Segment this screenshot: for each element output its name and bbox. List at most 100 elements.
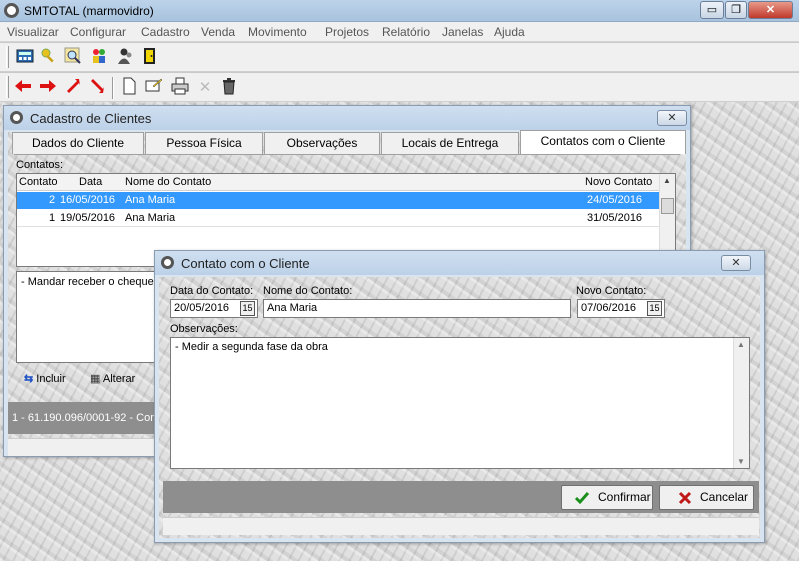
- app-title: SMTOTAL (marmovidro): [24, 4, 154, 18]
- grid-header: Contato Data Nome do Contato Novo Contat…: [17, 174, 661, 191]
- cell-novo-contato: 31/05/2016: [587, 212, 643, 224]
- scroll-down-icon[interactable]: ▼: [737, 457, 745, 466]
- tab-dados-do-cliente[interactable]: Dados do Cliente: [12, 132, 144, 154]
- cancelar-button[interactable]: Cancelar: [659, 485, 754, 510]
- cell-nome: Ana Maria: [125, 194, 176, 206]
- cell-novo-contato: 24/05/2016: [587, 194, 643, 206]
- contatos-label: Contatos:: [16, 159, 64, 171]
- contato-cliente-dialog: Contato com o Cliente ✕ Data do Contato:…: [154, 250, 765, 543]
- arrow-right-icon[interactable]: [37, 77, 59, 99]
- arrow-down-icon[interactable]: [86, 77, 108, 99]
- menu-relatorio[interactable]: Relatório: [382, 25, 430, 39]
- menu-cadastro[interactable]: Cadastro: [141, 25, 190, 39]
- novo-contato-value: 07/06/2016: [581, 302, 637, 314]
- contato-close-button[interactable]: ✕: [721, 255, 751, 271]
- dialog-status-strip: [163, 517, 759, 535]
- magnifier-icon[interactable]: [62, 47, 84, 69]
- edit-icon: ▦: [90, 373, 101, 385]
- toolbar-grip[interactable]: [6, 76, 9, 98]
- trash-icon[interactable]: [218, 77, 240, 99]
- confirmar-button[interactable]: Confirmar: [561, 485, 653, 510]
- cancel-icon[interactable]: ✕: [194, 77, 216, 99]
- cadastro-title: Cadastro de Clientes: [30, 111, 152, 126]
- toolbar-main: [0, 43, 799, 72]
- column-header-data[interactable]: Data: [79, 176, 102, 188]
- tab-locais-de-entrega[interactable]: Locais de Entrega: [381, 132, 519, 154]
- nome-contato-label: Nome do Contato:: [263, 285, 353, 297]
- cadastro-title-bar: Cadastro de Clientes ✕: [4, 106, 690, 130]
- incluir-button[interactable]: ⇆ Incluir: [24, 369, 66, 389]
- data-contato-value: 20/05/2016: [174, 302, 230, 314]
- mdi-workspace: Cadastro de Clientes ✕ Dados do Cliente …: [0, 102, 799, 561]
- arrow-left-icon[interactable]: [12, 77, 34, 99]
- close-button[interactable]: ✕: [748, 1, 793, 19]
- calendar-icon[interactable]: 15: [240, 301, 255, 316]
- cancel-x-icon: [678, 491, 692, 505]
- table-row[interactable]: 2 16/05/2016 Ana Maria 24/05/2016: [17, 192, 661, 209]
- tab-pessoa-fisica[interactable]: Pessoa Física: [145, 132, 263, 154]
- observacoes-label: Observações:: [170, 323, 238, 335]
- data-contato-field[interactable]: 20/05/2016 15: [170, 299, 258, 318]
- calculator-icon[interactable]: [14, 47, 36, 69]
- print-icon[interactable]: [169, 77, 191, 99]
- menu-venda[interactable]: Venda: [201, 25, 235, 39]
- minimize-button[interactable]: ▭: [700, 1, 724, 19]
- calendar-icon[interactable]: 15: [647, 301, 662, 316]
- alterar-button[interactable]: ▦ Alterar: [90, 369, 135, 389]
- menu-bar: Visualizar Configurar Cadastro Venda Mov…: [0, 22, 799, 42]
- cell-contato: 2: [49, 194, 56, 206]
- column-header-contato[interactable]: Contato: [19, 176, 58, 188]
- toolbar-separator: [112, 77, 114, 99]
- column-header-novo-contato[interactable]: Novo Contato: [585, 176, 652, 188]
- menu-janelas[interactable]: Janelas: [442, 25, 483, 39]
- cell-contato: 1: [49, 212, 56, 224]
- cell-data: 19/05/2016: [60, 212, 116, 224]
- edit-document-icon[interactable]: [143, 77, 165, 99]
- window-icon: [161, 256, 174, 269]
- menu-configurar[interactable]: Configurar: [70, 25, 126, 39]
- menu-ajuda[interactable]: Ajuda: [494, 25, 525, 39]
- toolbar-grip[interactable]: [6, 46, 9, 68]
- menu-projetos[interactable]: Projetos: [325, 25, 369, 39]
- menu-movimento[interactable]: Movimento: [248, 25, 307, 39]
- restore-button[interactable]: ❐: [725, 1, 747, 19]
- data-contato-label: Data do Contato:: [170, 285, 254, 297]
- column-header-nome[interactable]: Nome do Contato: [125, 176, 211, 188]
- cadastro-close-button[interactable]: ✕: [657, 110, 687, 126]
- scroll-up-icon[interactable]: ▲: [663, 176, 671, 185]
- window-icon: [10, 111, 23, 124]
- incluir-label: Incluir: [36, 373, 66, 385]
- cell-nome: Ana Maria: [125, 212, 176, 224]
- cancelar-label: Cancelar: [700, 490, 749, 504]
- tab-contatos-com-o-cliente[interactable]: Contatos com o Cliente: [520, 130, 686, 154]
- add-icon: ⇆: [24, 373, 34, 385]
- cell-data: 16/05/2016: [60, 194, 116, 206]
- confirmar-label: Confirmar: [598, 490, 651, 504]
- people-icon[interactable]: [114, 47, 136, 69]
- arrow-up-icon[interactable]: [62, 77, 84, 99]
- scroll-up-icon[interactable]: ▲: [737, 340, 745, 349]
- toolbar-navigation: ✕: [0, 73, 799, 102]
- keys-icon[interactable]: [38, 47, 60, 69]
- observacoes-textarea[interactable]: - Medir a segunda fase da obra ▲ ▼: [170, 337, 750, 469]
- app-icon: [4, 3, 19, 18]
- contato-body: Data do Contato: 20/05/2016 15 Nome do C…: [159, 277, 760, 538]
- checkmark-icon: [574, 492, 590, 505]
- table-row[interactable]: 1 19/05/2016 Ana Maria 31/05/2016: [17, 210, 661, 227]
- textarea-scrollbar[interactable]: ▲ ▼: [733, 338, 749, 468]
- scroll-thumb[interactable]: [661, 198, 674, 214]
- exit-door-icon[interactable]: [139, 47, 161, 69]
- new-document-icon[interactable]: [118, 77, 140, 99]
- novo-contato-label: Novo Contato:: [576, 285, 647, 297]
- contato-title-bar: Contato com o Cliente ✕: [155, 251, 764, 275]
- menu-visualizar[interactable]: Visualizar: [7, 25, 59, 39]
- tab-observacoes[interactable]: Observações: [264, 132, 380, 154]
- dialog-button-bar: Confirmar Cancelar: [163, 481, 759, 513]
- alterar-label: Alterar: [102, 373, 136, 385]
- novo-contato-field[interactable]: 07/06/2016 15: [577, 299, 665, 318]
- nome-contato-field[interactable]: Ana Maria: [263, 299, 571, 318]
- contato-title: Contato com o Cliente: [181, 256, 310, 271]
- app-title-bar: SMTOTAL (marmovidro) ▭ ❐ ✕: [0, 0, 799, 22]
- users-icon[interactable]: [88, 47, 110, 69]
- observacoes-value: - Medir a segunda fase da obra: [175, 341, 328, 353]
